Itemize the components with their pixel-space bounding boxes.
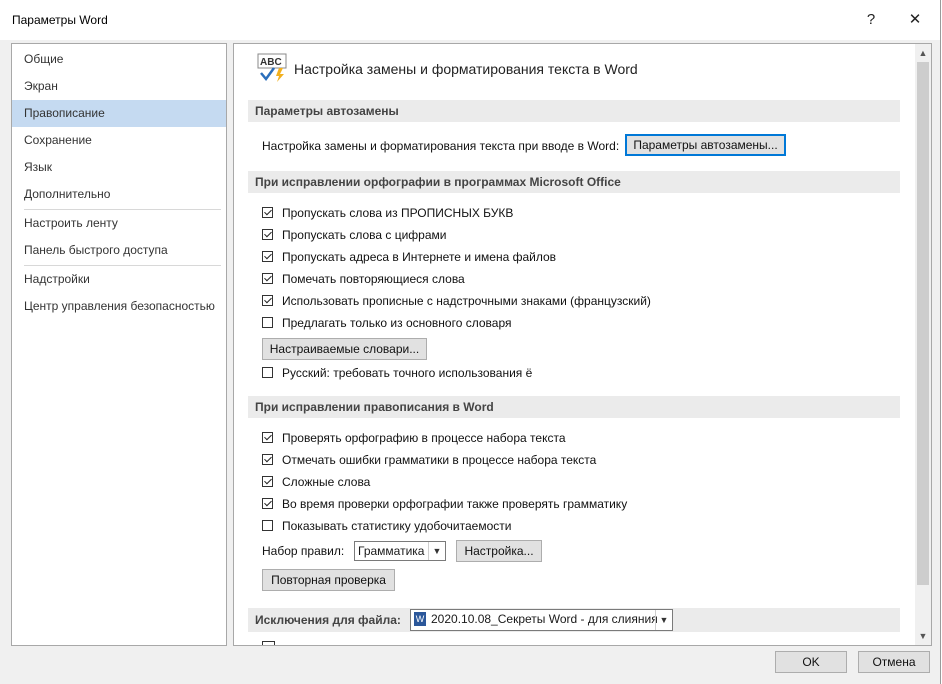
scroll-up-icon[interactable]: ▲	[915, 45, 931, 61]
word-options-dialog: Параметры Word ? ✕ Общие Экран Правописа…	[0, 0, 941, 684]
autocorrect-options-button[interactable]: Параметры автозамены...	[625, 134, 786, 156]
custom-dictionaries-button[interactable]: Настраиваемые словари...	[262, 338, 427, 360]
option-label: Пропускать адреса в Интернете и имена фа…	[282, 250, 557, 264]
vertical-scrollbar[interactable]: ▲ ▼	[915, 44, 931, 645]
checkbox-unchecked[interactable]	[262, 317, 273, 328]
checkbox-checked[interactable]	[262, 498, 273, 509]
nav-item-trust-center[interactable]: Центр управления безопасностью	[12, 293, 226, 320]
scroll-down-icon[interactable]: ▼	[915, 628, 931, 644]
nav-item-proofing[interactable]: Правописание	[12, 100, 226, 127]
option-label: Предлагать только из основного словаря	[282, 316, 512, 330]
checkbox-unchecked[interactable]	[262, 367, 273, 378]
title-bar: Параметры Word ? ✕	[0, 0, 940, 40]
chevron-down-icon: ▼	[428, 542, 445, 560]
nav-item-customize-ribbon[interactable]: Настроить ленту	[12, 210, 226, 237]
option-label: Показывать статистику удобочитаемости	[282, 519, 512, 533]
abc-check-icon: ABC	[257, 53, 289, 83]
option-label: Отмечать ошибки грамматики в процессе на…	[282, 453, 597, 467]
checkbox-partially-visible[interactable]	[262, 641, 275, 645]
nav-item-language[interactable]: Язык	[12, 154, 226, 181]
nav-item-general[interactable]: Общие	[12, 46, 226, 73]
nav-item-display[interactable]: Экран	[12, 73, 226, 100]
checkbox-unchecked[interactable]	[262, 520, 273, 531]
nav-item-addins[interactable]: Надстройки	[12, 266, 226, 293]
exceptions-file-name: 2020.10.08_Секреты Word - для слияния	[431, 612, 658, 626]
recheck-document-button[interactable]: Повторная проверка	[262, 569, 395, 591]
option-label: Использовать прописные с надстрочными зн…	[282, 294, 651, 308]
autocorrect-label: Настройка замены и форматирования текста…	[262, 139, 620, 153]
option-label: Русский: требовать точного использования…	[282, 366, 533, 380]
exceptions-label: Исключения для файла:	[255, 613, 401, 627]
section-office-spelling: При исправлении орфографии в программах …	[248, 171, 900, 193]
ruleset-label: Набор правил:	[262, 544, 345, 558]
checkbox-checked[interactable]	[262, 295, 273, 306]
svg-text:ABC: ABC	[260, 57, 282, 68]
ruleset-value: Грамматика	[358, 544, 425, 558]
checkbox-checked[interactable]	[262, 432, 273, 443]
page-heading: Настройка замены и форматирования текста…	[294, 61, 638, 77]
sidebar-nav: Общие Экран Правописание Сохранение Язык…	[11, 43, 227, 646]
close-button[interactable]: ✕	[901, 8, 929, 32]
proofing-panel: ABC Настройка замены и форматирования те…	[233, 43, 932, 646]
grammar-settings-button[interactable]: Настройка...	[456, 540, 542, 562]
checkbox-checked[interactable]	[262, 454, 273, 465]
exceptions-file-select[interactable]: W 2020.10.08_Секреты Word - для слияния ▼	[410, 609, 673, 631]
ok-button[interactable]: OK	[775, 651, 847, 673]
checkbox-checked[interactable]	[262, 273, 273, 284]
checkbox-checked[interactable]	[262, 207, 273, 218]
ruleset-select[interactable]: Грамматика ▼	[354, 541, 446, 561]
chevron-down-icon: ▼	[655, 610, 672, 630]
scrollbar-thumb[interactable]	[917, 62, 929, 585]
window-title: Параметры Word	[12, 13, 108, 27]
option-label: Пропускать слова с цифрами	[282, 228, 447, 242]
section-autocorrect: Параметры автозамены	[248, 100, 900, 122]
option-label: Помечать повторяющиеся слова	[282, 272, 465, 286]
option-label: Пропускать слова из ПРОПИСНЫХ БУКВ	[282, 206, 514, 220]
option-label: Сложные слова	[282, 475, 371, 489]
nav-item-save[interactable]: Сохранение	[12, 127, 226, 154]
cancel-button[interactable]: Отмена	[858, 651, 930, 673]
option-label: Проверять орфографию в процессе набора т…	[282, 431, 566, 445]
checkbox-checked[interactable]	[262, 251, 273, 262]
option-label: Во время проверки орфографии также прове…	[282, 497, 628, 511]
checkbox-checked[interactable]	[262, 229, 273, 240]
help-button[interactable]: ?	[857, 8, 885, 32]
word-document-icon: W	[414, 612, 426, 626]
nav-item-quick-access[interactable]: Панель быстрого доступа	[12, 237, 226, 264]
nav-item-advanced[interactable]: Дополнительно	[12, 181, 226, 208]
section-word-spelling: При исправлении правописания в Word	[248, 396, 900, 418]
checkbox-checked[interactable]	[262, 476, 273, 487]
